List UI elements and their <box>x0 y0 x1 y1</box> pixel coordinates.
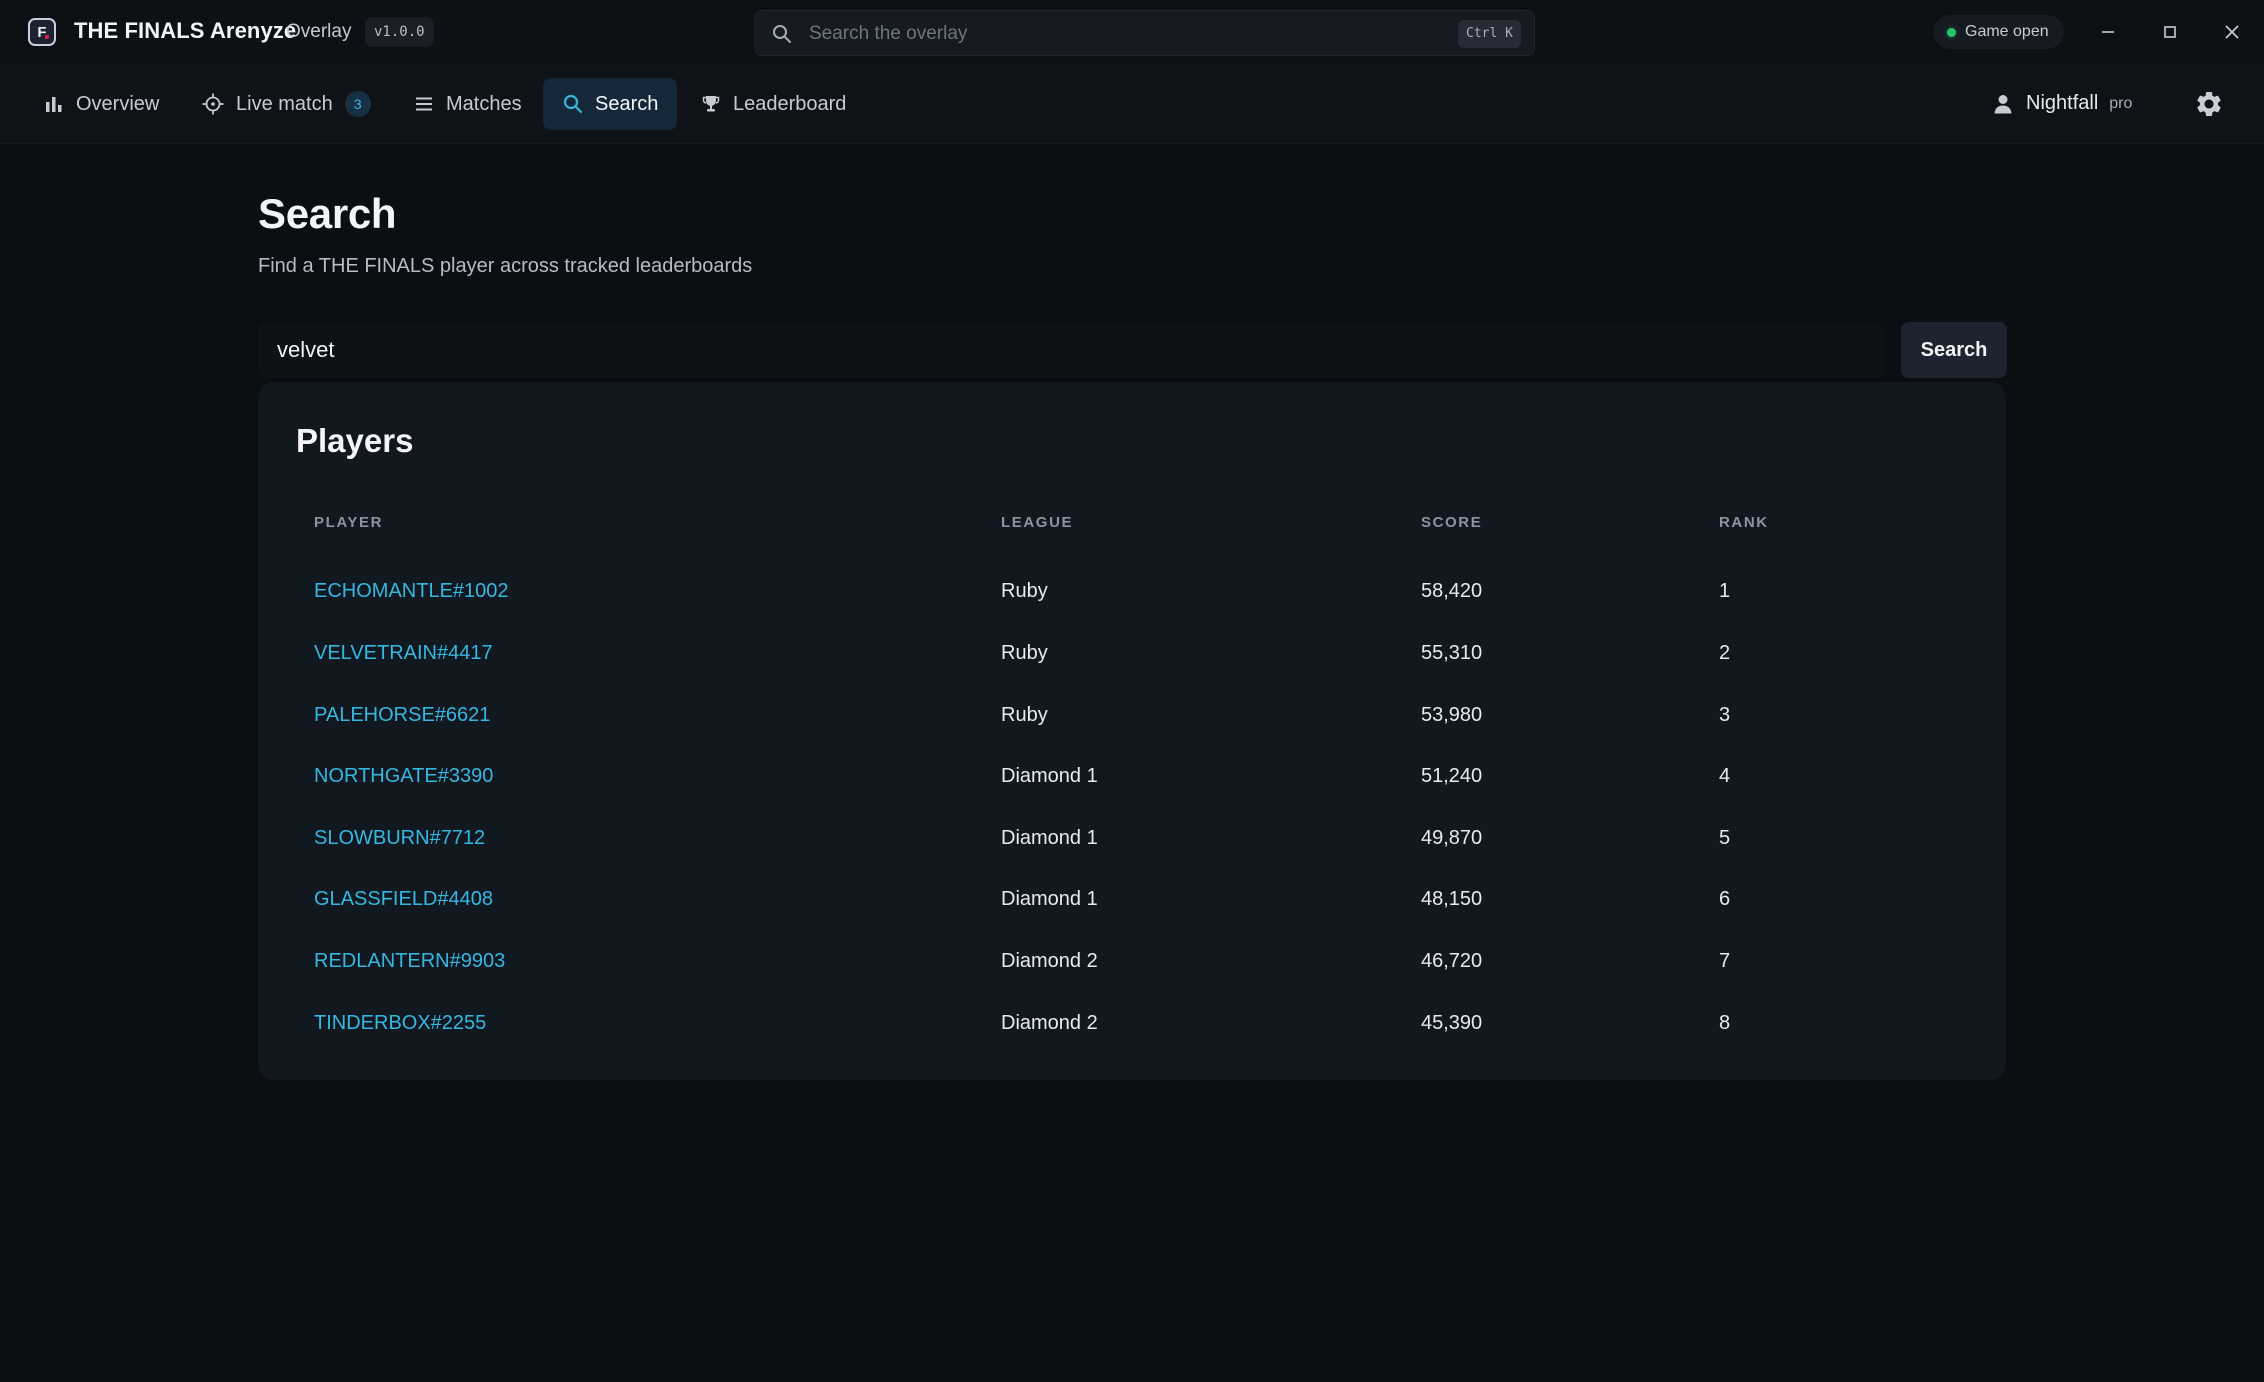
players-card-title: Players <box>296 422 414 459</box>
player-link[interactable]: SLOWBURN#7712 <box>314 827 485 850</box>
player-score: 51,240 <box>1421 765 1483 787</box>
main-nav: Overview Live match 3 Matches Search Lea… <box>0 64 2264 144</box>
table-row: REDLANTERN#9903 Diamond 2 46,720 7 <box>258 930 2006 992</box>
player-rank: 8 <box>1719 1012 1731 1034</box>
minimize-icon[interactable] <box>2094 18 2122 46</box>
global-search-placeholder[interactable]: Search the overlay <box>809 23 967 45</box>
player-link[interactable]: TINDERBOX#2255 <box>314 1012 486 1035</box>
status-dot-icon <box>1947 27 1956 37</box>
tab-search[interactable]: Search <box>543 78 678 130</box>
column-header-rank: RANK <box>1719 514 1769 531</box>
player-rank: 3 <box>1719 704 1731 726</box>
player-league: Ruby <box>1001 580 1048 602</box>
player-league: Ruby <box>1001 704 1048 726</box>
player-link[interactable]: GLASSFIELD#4408 <box>314 888 493 911</box>
player-score: 58,420 <box>1421 580 1483 602</box>
crosshair-icon <box>202 93 224 115</box>
list-icon <box>416 97 432 111</box>
user-menu[interactable]: Nightfall pro <box>1994 92 2132 115</box>
game-status-label: Game open <box>1965 23 2049 40</box>
global-search[interactable]: Search the overlay Ctrl K <box>754 10 1535 56</box>
table-row: TINDERBOX#2255 Diamond 2 45,390 8 <box>258 992 2006 1054</box>
player-score: 45,390 <box>1421 1012 1483 1034</box>
app-subtitle: Overlay <box>286 21 352 42</box>
user-name: Nightfall <box>2026 92 2099 114</box>
column-header-player: PLAYER <box>314 514 384 531</box>
tab-leaderboard[interactable]: Leaderboard <box>681 78 865 130</box>
tab-matches[interactable]: Matches <box>394 78 541 130</box>
player-league: Diamond 1 <box>1001 765 1098 787</box>
tab-live-match[interactable]: Live match 3 <box>182 78 390 130</box>
keyboard-shortcut-badge: Ctrl K <box>1458 20 1521 48</box>
gear-icon[interactable] <box>2194 89 2224 119</box>
app-title: THE FINALS Arenyze <box>74 18 297 43</box>
player-search-row: Search <box>258 322 2007 378</box>
player-league: Diamond 2 <box>1001 950 1098 972</box>
table-row: PALEHORSE#6621 Ruby 53,980 3 <box>258 684 2006 746</box>
player-link[interactable]: REDLANTERN#9903 <box>314 950 505 973</box>
column-header-league: LEAGUE <box>1001 514 1074 531</box>
player-score: 46,720 <box>1421 950 1483 972</box>
player-rank: 1 <box>1719 580 1731 602</box>
tab-leaderboard-label: Leaderboard <box>733 92 847 115</box>
player-score: 55,310 <box>1421 642 1483 664</box>
search-icon <box>773 25 791 43</box>
live-match-count-badge: 3 <box>344 91 371 117</box>
tab-search-label: Search <box>595 92 659 115</box>
bar-chart-icon <box>46 97 62 112</box>
version-badge: v1.0.0 <box>365 17 434 47</box>
player-link[interactable]: VELVETRAIN#4417 <box>314 642 493 665</box>
player-rank: 7 <box>1719 950 1731 972</box>
tab-matches-label: Matches <box>446 92 522 115</box>
page-title: Search <box>258 190 397 237</box>
table-row: ECHOMANTLE#1002 Ruby 58,420 1 <box>258 560 2006 622</box>
user-icon <box>1994 94 2012 113</box>
maximize-icon[interactable] <box>2156 18 2184 46</box>
search-icon <box>563 94 583 114</box>
page-subtitle: Find a THE FINALS player across tracked … <box>258 255 753 277</box>
player-rank: 6 <box>1719 888 1731 910</box>
player-search-input[interactable] <box>258 322 1884 378</box>
player-link[interactable]: ECHOMANTLE#1002 <box>314 580 509 603</box>
app-logo: F <box>28 18 56 46</box>
tab-live-match-label: Live match <box>236 92 333 115</box>
player-rank: 4 <box>1719 765 1731 787</box>
table-row: GLASSFIELD#4408 Diamond 1 48,150 6 <box>258 868 2006 930</box>
table-row: SLOWBURN#7712 Diamond 1 49,870 5 <box>258 807 2006 869</box>
player-score: 53,980 <box>1421 704 1483 726</box>
tab-overview-label: Overview <box>76 92 160 115</box>
player-rank: 2 <box>1719 642 1731 664</box>
player-league: Diamond 1 <box>1001 888 1098 910</box>
player-rank: 5 <box>1719 827 1731 849</box>
players-card: Players PLAYER LEAGUE SCORE RANK ECHOMAN… <box>258 382 2006 1080</box>
player-score: 49,870 <box>1421 827 1483 849</box>
trophy-icon <box>702 96 720 112</box>
title-bar: F THE FINALS Arenyze Overlay v1.0.0 Sear… <box>0 0 2264 64</box>
column-header-score: SCORE <box>1421 514 1483 531</box>
close-icon[interactable] <box>2218 18 2246 46</box>
user-tier-badge: pro <box>2109 94 2133 112</box>
search-button[interactable]: Search <box>1901 322 2007 378</box>
tab-overview[interactable]: Overview <box>24 78 178 130</box>
player-link[interactable]: NORTHGATE#3390 <box>314 765 493 788</box>
player-league: Diamond 1 <box>1001 827 1098 849</box>
player-link[interactable]: PALEHORSE#6621 <box>314 704 490 727</box>
table-row: NORTHGATE#3390 Diamond 1 51,240 4 <box>258 745 2006 807</box>
table-row: VELVETRAIN#4417 Ruby 55,310 2 <box>258 622 2006 684</box>
game-status-badge: Game open <box>1933 15 2064 49</box>
player-league: Diamond 2 <box>1001 1012 1098 1034</box>
player-score: 48,150 <box>1421 888 1483 910</box>
player-league: Ruby <box>1001 642 1048 664</box>
